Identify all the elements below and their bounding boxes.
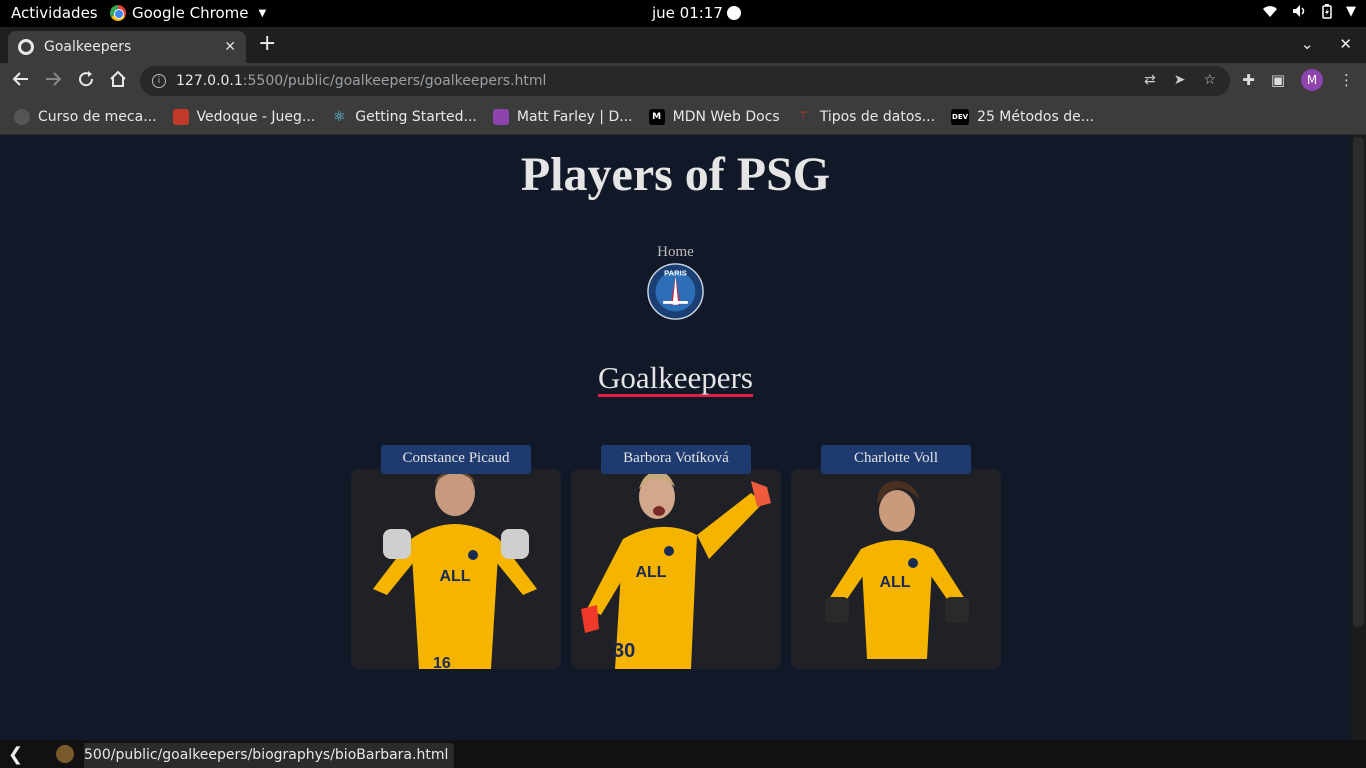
system-tray[interactable]: ▼ [1262, 4, 1356, 23]
extension-icon[interactable] [56, 745, 74, 763]
svg-text:ALL: ALL [879, 574, 910, 591]
section-title-text: Goalkeepers [598, 360, 753, 397]
globe-icon [18, 39, 34, 55]
player-photo: ALL 16 [373, 470, 537, 669]
react-icon: ⚛ [333, 108, 346, 125]
jersey-number: 30 [613, 640, 635, 662]
bookmark-item[interactable]: M MDN Web Docs [648, 108, 780, 125]
close-window-icon[interactable]: ✕ [1339, 35, 1352, 53]
player-card[interactable]: ALL 16 [351, 469, 561, 669]
scrollbar-thumb[interactable] [1353, 137, 1364, 627]
extensions-icon[interactable]: ✚ [1242, 71, 1255, 89]
caret-down-icon: ▼ [258, 7, 267, 19]
app-menu[interactable]: Google Chrome ▼ [110, 4, 266, 22]
svg-text:ALL: ALL [635, 564, 666, 581]
bookmark-label: Getting Started... [355, 108, 477, 125]
url-host: 127.0.0.1 [176, 73, 243, 89]
page-scrollbar[interactable] [1351, 135, 1366, 740]
dev-icon: DEV [951, 108, 970, 125]
bookmark-star-icon[interactable]: ☆ [1203, 72, 1216, 88]
bookmarks-bar: Curso de meca... Vedoque - Jueg... ⚛ Gett… [0, 99, 1366, 135]
browser-toolbar: i 127.0.0.1:5500/public/goalkeepers/goal… [0, 63, 1366, 99]
bookmark-label: 25 Métodos de... [977, 108, 1095, 125]
status-bar: ❮ 500/public/goalkeepers/biographys/bioB… [0, 740, 1366, 768]
new-tab-button[interactable]: + [258, 33, 276, 55]
translate-icon[interactable]: ⇄ [1144, 72, 1156, 88]
chevron-left-icon[interactable]: ❮ [8, 744, 23, 765]
bookmark-label: MDN Web Docs [672, 108, 780, 125]
close-tab-icon[interactable]: ✕ [224, 39, 236, 55]
bookmark-item[interactable]: Curso de meca... [14, 108, 157, 125]
tab-search-icon[interactable]: ⌄ [1301, 35, 1314, 53]
bookmark-item[interactable]: Vedoque - Jueg... [172, 108, 316, 125]
jersey-number: 16 [433, 655, 451, 669]
bookmark-item[interactable]: ⚛ Getting Started... [331, 109, 477, 125]
matt-farley-icon [492, 108, 509, 125]
psg-logo[interactable]: PARIS [647, 263, 704, 320]
url-path: :5500/public/goalkeepers/goalkeepers.htm… [242, 73, 547, 89]
vedoque-icon [172, 108, 189, 125]
battery-icon [1322, 4, 1332, 23]
page-viewport: Players of PSG Home PARIS Goalkeepers Co… [0, 135, 1351, 740]
back-button[interactable] [12, 70, 30, 93]
player-name-tag[interactable]: Charlotte Voll [821, 445, 971, 474]
forward-button[interactable] [44, 70, 62, 93]
player-photo: ALL 30 [581, 471, 771, 669]
wifi-icon [1262, 4, 1278, 23]
tab-strip: Goalkeepers ✕ + ⌄ ✕ [0, 27, 1366, 63]
bookmark-label: Tipos de datos... [819, 108, 936, 125]
clock[interactable]: jue 01:17 [652, 4, 741, 22]
send-icon[interactable]: ➤ [1174, 72, 1186, 88]
page-title: Players of PSG [520, 148, 831, 201]
chrome-icon [110, 5, 126, 21]
bookmark-item[interactable]: ⚚ Tipos de datos... [796, 109, 935, 125]
bookmark-item[interactable]: DEV 25 Métodos de... [951, 108, 1095, 125]
hover-link-url: 500/public/goalkeepers/biographys/bioBar… [84, 743, 455, 768]
bookmark-label: Vedoque - Jueg... [196, 108, 316, 125]
clock-text: jue 01:17 [652, 4, 723, 22]
section-title: Goalkeepers [0, 360, 1351, 397]
activities-button[interactable]: Actividades [11, 4, 98, 22]
mdn-icon: M [648, 108, 665, 125]
home-link[interactable]: Home [0, 244, 1351, 261]
reload-button[interactable] [77, 70, 95, 93]
svg-text:PARIS: PARIS [664, 268, 687, 277]
tab-title: Goalkeepers [44, 39, 132, 55]
bookmark-label: Curso de meca... [38, 108, 157, 125]
app-name: Google Chrome [132, 4, 249, 22]
player-card[interactable]: ALL 30 [571, 469, 781, 669]
bookmark-label: Matt Farley | D... [516, 108, 633, 125]
volume-icon [1292, 4, 1308, 23]
side-panel-icon[interactable]: ▣ [1271, 71, 1285, 89]
menu-icon[interactable]: ⋮ [1339, 71, 1354, 89]
address-bar[interactable]: i 127.0.0.1:5500/public/goalkeepers/goal… [140, 66, 1230, 96]
bookmark-item[interactable]: Matt Farley | D... [492, 108, 633, 125]
home-button[interactable] [109, 70, 127, 93]
site-info-icon[interactable]: i [152, 74, 166, 88]
profile-avatar[interactable]: M [1301, 69, 1323, 91]
tab-goalkeepers[interactable]: Goalkeepers ✕ [8, 31, 246, 63]
player-name-tag[interactable]: Constance Picaud [381, 445, 531, 474]
globe-icon [14, 108, 30, 125]
player-photo: ALL [825, 481, 969, 659]
system-top-bar: Actividades Google Chrome ▼ jue 01:17 ▼ [0, 0, 1366, 27]
svg-text:ALL: ALL [439, 568, 470, 585]
notification-dot-icon [726, 6, 741, 20]
power-menu-icon: ▼ [1346, 4, 1356, 19]
player-name-tag[interactable]: Barbora Votíková [601, 445, 751, 474]
player-card[interactable]: ALL [791, 469, 1001, 669]
tipos-icon: ⚚ [797, 109, 810, 124]
